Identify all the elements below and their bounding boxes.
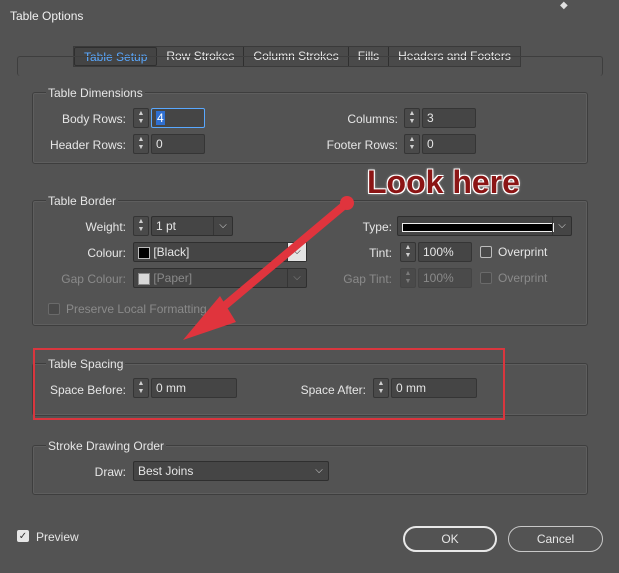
- annotation-text: Look here: [367, 164, 520, 200]
- annotation-arrow-dot: [340, 196, 354, 210]
- annotation-arrow-shaft: [206, 199, 351, 322]
- annotation-arrow: [183, 196, 354, 340]
